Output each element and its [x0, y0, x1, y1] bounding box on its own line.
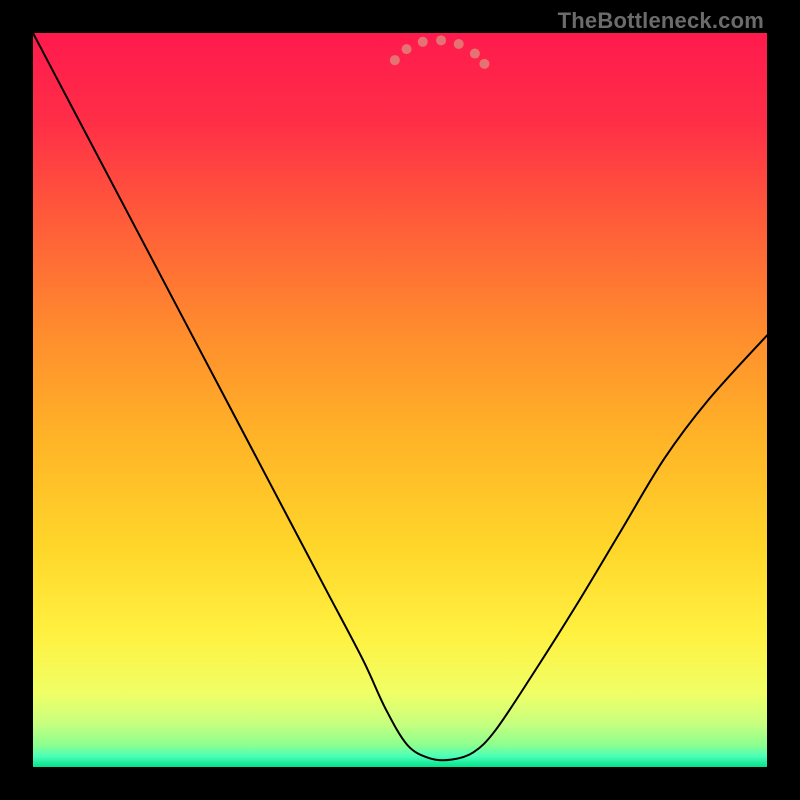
valley-marker — [470, 49, 480, 59]
chart-container: TheBottleneck.com — [0, 0, 800, 800]
valley-marker — [402, 44, 412, 54]
bottleneck-curve — [33, 33, 767, 767]
watermark-text: TheBottleneck.com — [558, 8, 764, 34]
valley-marker — [454, 39, 464, 49]
valley-marker — [390, 55, 400, 65]
valley-marker — [436, 35, 446, 45]
valley-marker — [418, 37, 428, 47]
plot-area — [33, 33, 767, 767]
valley-marker — [479, 59, 489, 69]
